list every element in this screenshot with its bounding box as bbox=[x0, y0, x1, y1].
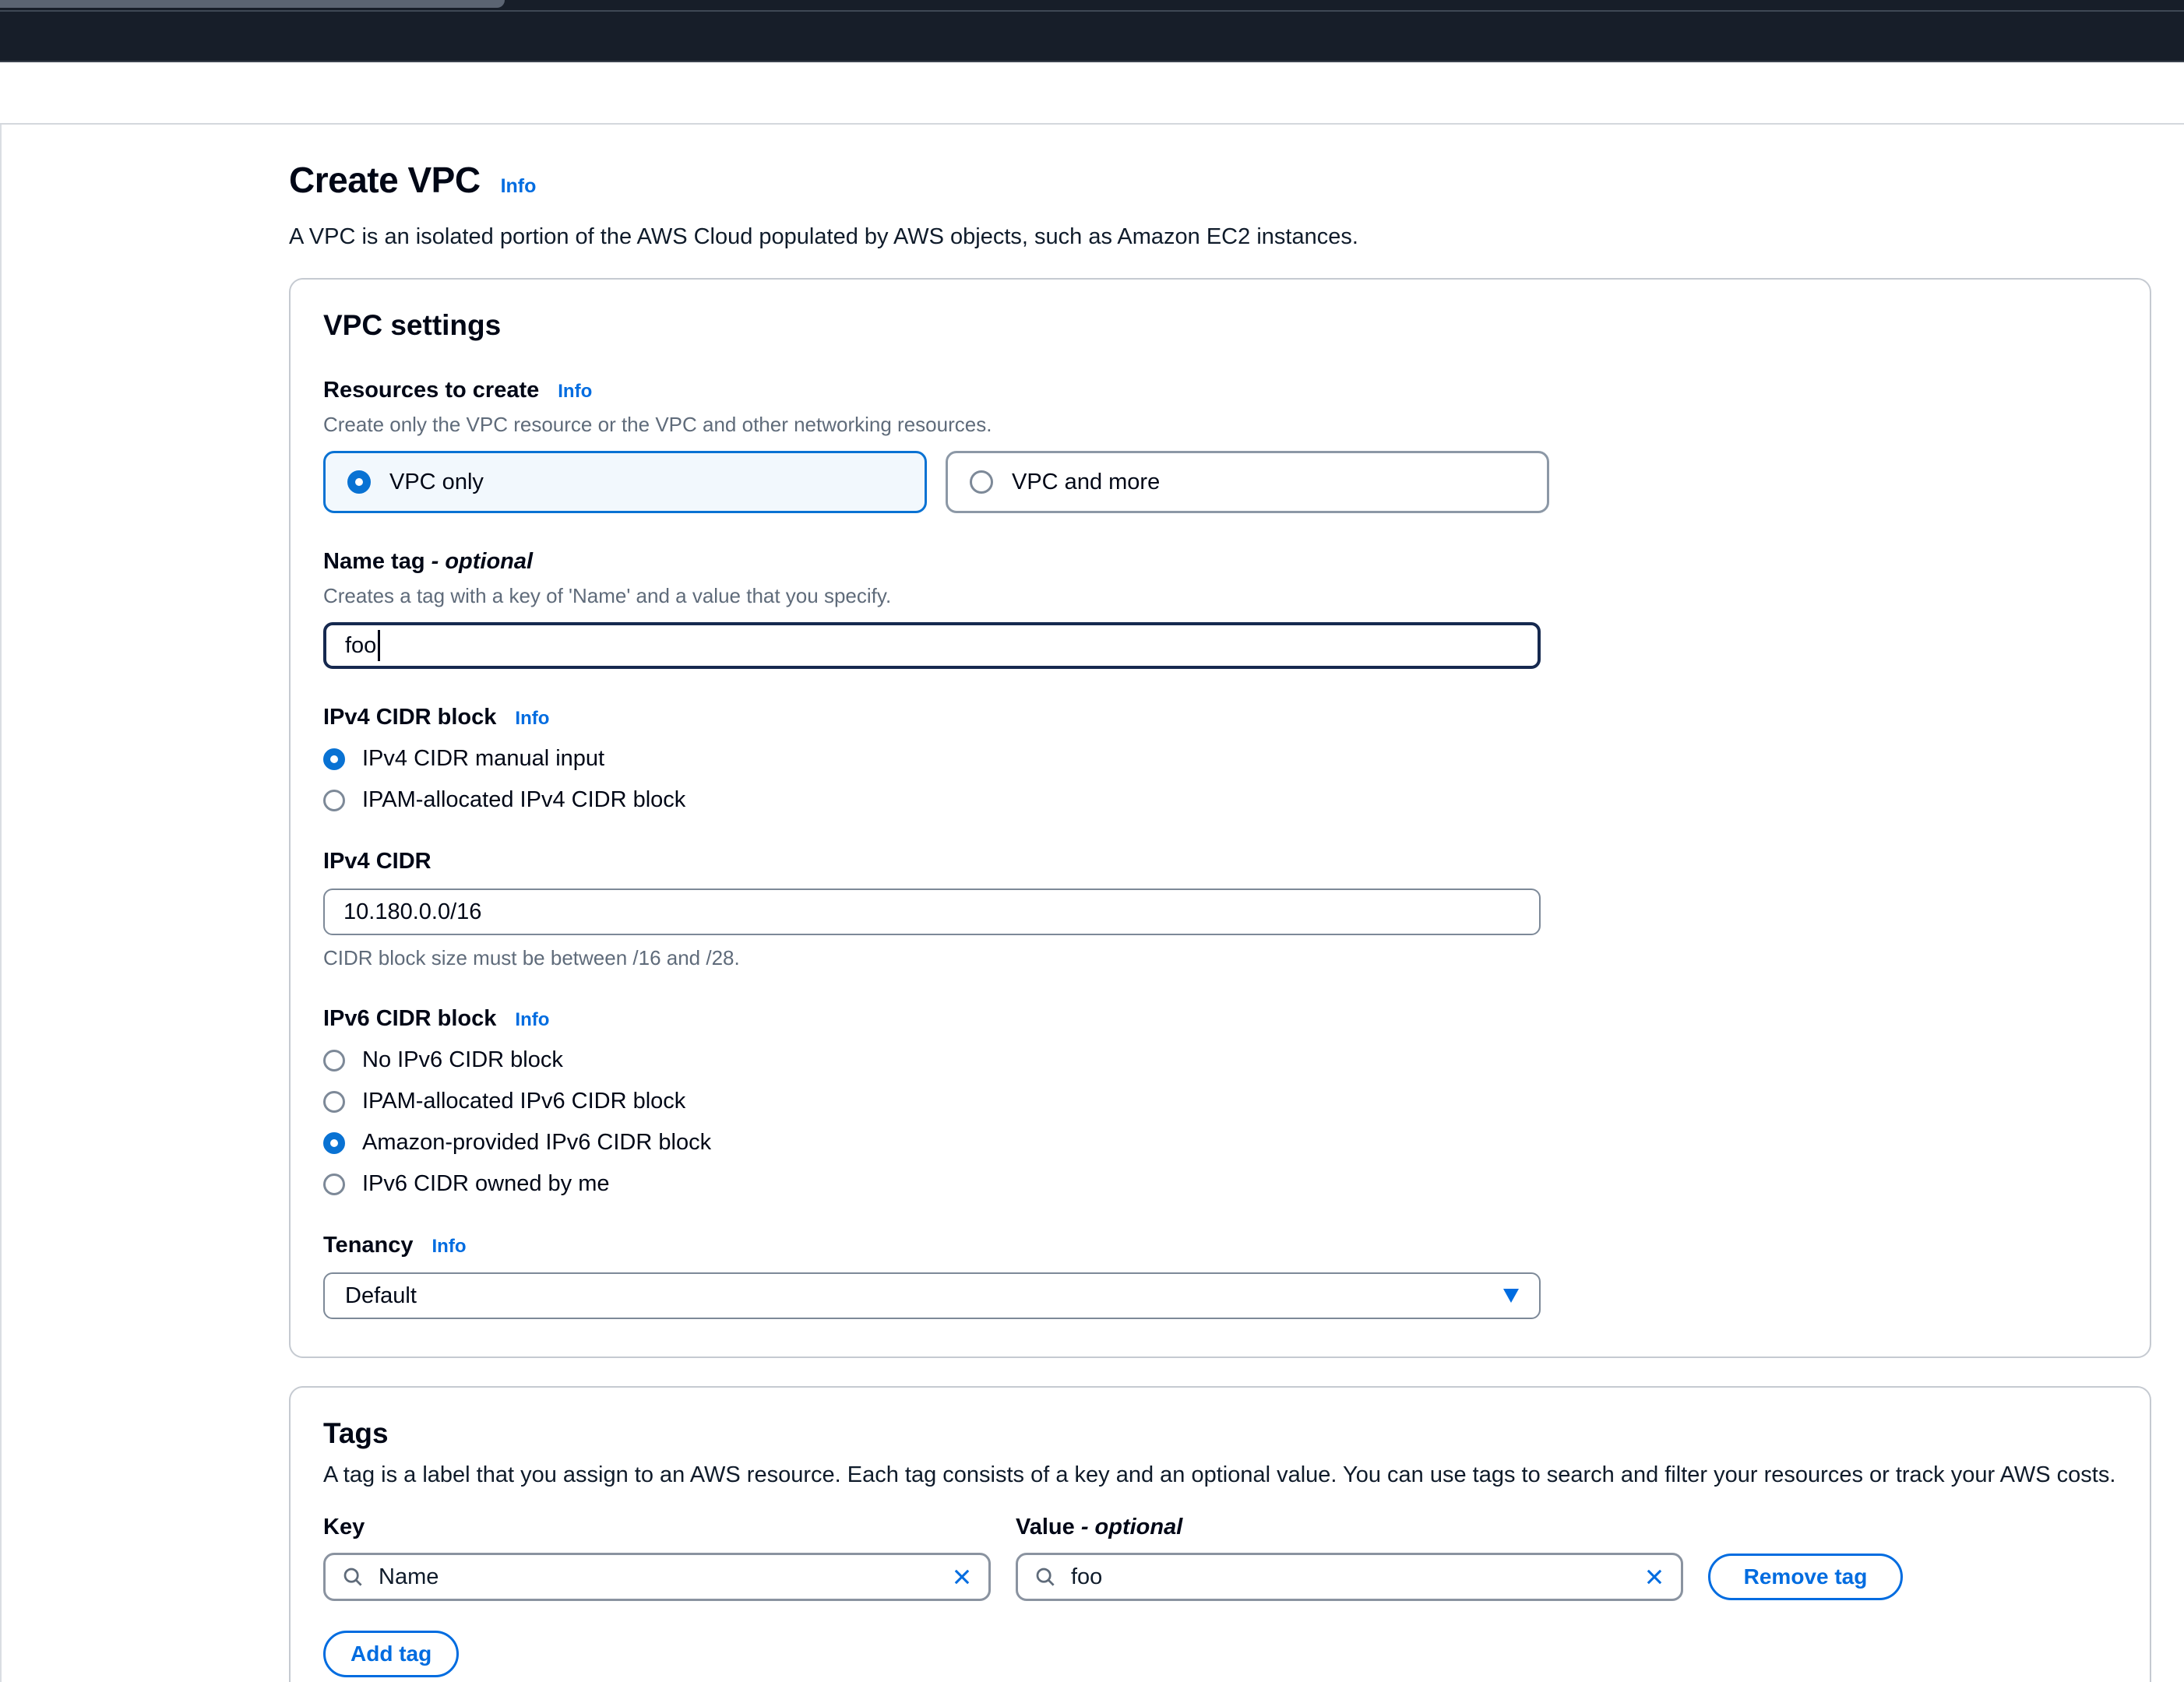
ipv4-cidr-input-value: 10.180.0.0/16 bbox=[343, 899, 481, 925]
triangle-down-icon bbox=[1503, 1289, 1519, 1303]
page-title-row: Create VPC Info bbox=[289, 159, 2184, 201]
radio-no-ipv6[interactable]: No IPv6 CIDR block bbox=[323, 1047, 2117, 1073]
radio-unselected-icon bbox=[323, 1174, 345, 1195]
ipv4-cidr-block-section: IPv4 CIDR block Info IPv4 CIDR manual in… bbox=[323, 705, 2117, 813]
radio-label: No IPv6 CIDR block bbox=[362, 1047, 563, 1073]
tenancy-info-link[interactable]: Info bbox=[432, 1236, 467, 1258]
vpc-settings-heading: VPC settings bbox=[323, 309, 2117, 342]
tag-value-column-label: Value - optional bbox=[1016, 1515, 1683, 1540]
ipv4-cidr-label: IPv4 CIDR bbox=[323, 849, 432, 874]
clear-key-button[interactable] bbox=[951, 1566, 973, 1588]
main-content: Create VPC Info A VPC is an isolated por… bbox=[0, 125, 2184, 1682]
radio-label: IPAM-allocated IPv6 CIDR block bbox=[362, 1089, 685, 1114]
radio-selected-icon bbox=[347, 470, 371, 494]
tenancy-label: Tenancy bbox=[323, 1233, 414, 1258]
tenancy-select[interactable]: Default bbox=[323, 1272, 1541, 1319]
ipv4-cidr-input[interactable]: 10.180.0.0/16 bbox=[323, 889, 1541, 935]
tag-value-input[interactable]: foo bbox=[1016, 1553, 1683, 1601]
radio-unselected-icon bbox=[970, 470, 993, 494]
radio-unselected-icon bbox=[323, 790, 345, 811]
radio-ipv4-manual-input[interactable]: IPv4 CIDR manual input bbox=[323, 746, 2117, 772]
remove-tag-button[interactable]: Remove tag bbox=[1708, 1554, 1903, 1600]
radio-label: IPv6 CIDR owned by me bbox=[362, 1171, 610, 1197]
radio-selected-icon bbox=[323, 1132, 345, 1154]
radio-label: IPAM-allocated IPv4 CIDR block bbox=[362, 787, 685, 813]
radio-ipv6-owned-by-me[interactable]: IPv6 CIDR owned by me bbox=[323, 1171, 2117, 1197]
browser-tab-remnant bbox=[0, 0, 505, 8]
ipv6-cidr-block-section: IPv6 CIDR block Info No IPv6 CIDR block … bbox=[323, 1006, 2117, 1197]
console-top-bar bbox=[0, 0, 2184, 62]
name-tag-label: Name tag - optional bbox=[323, 549, 533, 575]
resources-description: Create only the VPC resource or the VPC … bbox=[323, 413, 2117, 437]
radio-unselected-icon bbox=[323, 1091, 345, 1113]
tile-vpc-and-more[interactable]: VPC and more bbox=[946, 451, 1549, 513]
magnifier-icon bbox=[341, 1565, 365, 1589]
name-tag-input-value: foo bbox=[345, 633, 376, 659]
resources-to-create-section: Resources to create Info Create only the… bbox=[323, 378, 2117, 513]
radio-ipam-allocated-ipv6[interactable]: IPAM-allocated IPv6 CIDR block bbox=[323, 1089, 2117, 1114]
radio-unselected-icon bbox=[323, 1050, 345, 1071]
radio-label: Amazon-provided IPv6 CIDR block bbox=[362, 1130, 711, 1156]
page-description: A VPC is an isolated portion of the AWS … bbox=[289, 224, 2184, 250]
tag-editor-grid: Key Value - optional Name bbox=[323, 1515, 2117, 1601]
radio-amazon-provided-ipv6[interactable]: Amazon-provided IPv6 CIDR block bbox=[323, 1130, 2117, 1156]
tags-card: Tags A tag is a label that you assign to… bbox=[289, 1386, 2151, 1682]
tags-heading: Tags bbox=[323, 1417, 2117, 1450]
page-info-link[interactable]: Info bbox=[501, 175, 537, 198]
magnifier-icon bbox=[1034, 1565, 1057, 1589]
tile-vpc-only[interactable]: VPC only bbox=[323, 451, 927, 513]
radio-selected-icon bbox=[323, 748, 345, 770]
tenancy-section: Tenancy Info Default bbox=[323, 1233, 2117, 1319]
name-tag-description: Creates a tag with a key of 'Name' and a… bbox=[323, 584, 2117, 608]
page-title: Create VPC bbox=[289, 159, 481, 201]
vpc-settings-card: VPC settings Resources to create Info Cr… bbox=[289, 278, 2151, 1358]
x-close-icon bbox=[1643, 1566, 1665, 1588]
ipv4-cidr-section: IPv4 CIDR 10.180.0.0/16 CIDR block size … bbox=[323, 849, 2117, 970]
name-tag-input[interactable]: foo bbox=[323, 622, 1541, 669]
name-tag-section: Name tag - optional Creates a tag with a… bbox=[323, 549, 2117, 669]
ipv6-block-label: IPv6 CIDR block bbox=[323, 1006, 496, 1032]
radio-label: IPv4 CIDR manual input bbox=[362, 746, 604, 772]
tile-vpc-and-more-label: VPC and more bbox=[1012, 470, 1160, 495]
ipv4-block-label: IPv4 CIDR block bbox=[323, 705, 496, 730]
add-tag-button[interactable]: Add tag bbox=[323, 1631, 459, 1677]
top-bar-divider bbox=[0, 10, 2184, 12]
tags-description: A tag is a label that you assign to an A… bbox=[323, 1462, 2117, 1488]
ipv6-block-info-link[interactable]: Info bbox=[515, 1009, 549, 1031]
ipv4-cidr-constraint: CIDR block size must be between /16 and … bbox=[323, 946, 2117, 970]
tag-value-value: foo bbox=[1071, 1564, 1629, 1590]
clear-value-button[interactable] bbox=[1643, 1566, 1665, 1588]
tile-vpc-only-label: VPC only bbox=[389, 470, 484, 495]
tag-key-value: Name bbox=[379, 1564, 937, 1590]
tenancy-selected-value: Default bbox=[345, 1283, 417, 1309]
ipv4-block-info-link[interactable]: Info bbox=[515, 708, 549, 730]
tag-key-input[interactable]: Name bbox=[323, 1553, 991, 1601]
tag-key-column-label: Key bbox=[323, 1515, 991, 1540]
resources-info-link[interactable]: Info bbox=[558, 381, 592, 403]
text-cursor bbox=[378, 630, 380, 661]
resources-label: Resources to create bbox=[323, 378, 539, 403]
radio-ipam-allocated-ipv4[interactable]: IPAM-allocated IPv4 CIDR block bbox=[323, 787, 2117, 813]
breadcrumb-zone bbox=[0, 62, 2184, 125]
x-close-icon bbox=[951, 1566, 973, 1588]
